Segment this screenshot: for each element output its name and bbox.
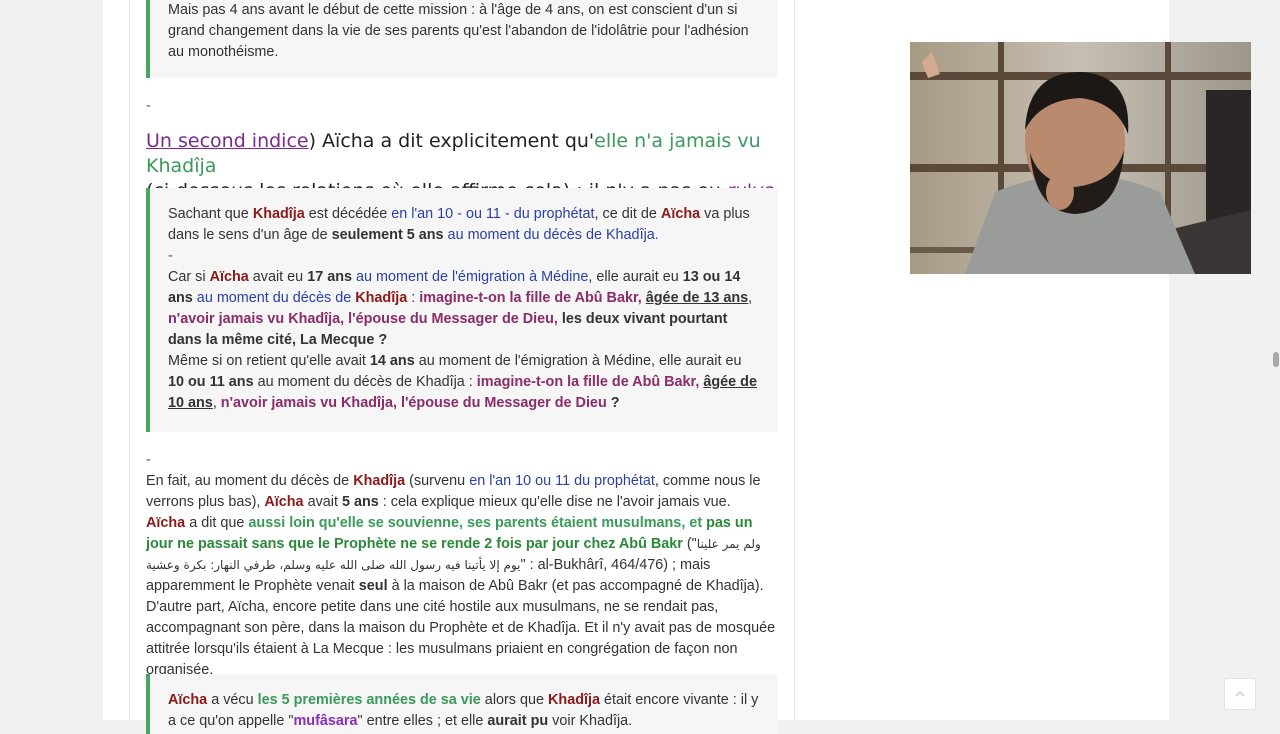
quote-paragraph-1: Sachant que Khadîja est décédée en l'an … (168, 204, 760, 246)
heading-text-1: ) Aïcha a dit explicitement qu' (308, 130, 595, 152)
quote-dash: - (168, 248, 173, 264)
text: avait (303, 494, 342, 510)
body-section: - En fait, au moment du décès de Khadîja… (146, 450, 776, 681)
quote-paragraph-3: Même si on retient qu'elle avait 14 ans … (168, 351, 760, 414)
separator-dash: - (146, 98, 151, 114)
mauve-text: imagine-t-on la fille de Abû Bakr, (476, 374, 700, 390)
name-aicha: Aïcha (264, 494, 304, 510)
body-paragraph-1: En fait, au moment du décès de Khadîja (… (146, 471, 776, 513)
mauve-text: imagine-t-on la fille de Abû Bakr, (419, 290, 642, 306)
text: a dit que (185, 515, 249, 531)
text: , ce dit de (594, 206, 661, 222)
webcam-image (910, 42, 1251, 274)
blue-text: en l'an 10 - ou 11 - du prophétat (391, 206, 595, 222)
second-clue-link[interactable]: Un second indice (146, 130, 309, 152)
name-aicha: Aïcha (168, 692, 208, 708)
name-khadija: Khadîja (355, 290, 408, 306)
chevron-up-icon (1235, 690, 1245, 697)
text: au moment de l'émigration à Médine, elle… (414, 353, 742, 369)
bold-text: seul (358, 578, 388, 594)
text: (survenu (405, 473, 470, 489)
text: Même si on retient qu'elle avait (168, 353, 370, 369)
text: : (407, 290, 420, 306)
underlined-text: âgée de 13 ans (645, 290, 749, 306)
mauve-text: n'avoir jamais vu Khadîja, l'épouse du M… (216, 395, 607, 411)
mauve-text: mufâsara (293, 713, 358, 729)
text: Car si (168, 269, 210, 285)
name-khadija: Khadîja (548, 692, 600, 708)
bottom-quote-box: Aïcha a vécu les 5 premières années de s… (146, 674, 778, 734)
text: : cela explique mieux qu'elle dise ne l'… (378, 494, 731, 510)
text: alors que (480, 692, 549, 708)
name-khadija: Khadîja (252, 206, 305, 222)
text: au moment du décès de Khadîja : (253, 374, 477, 390)
text: avait eu (248, 269, 308, 285)
blue-text: au moment du décès de (192, 290, 356, 306)
intro-quote-box: Mais pas 4 ans avant le début de cette m… (146, 0, 778, 78)
name-aicha: Aïcha (146, 515, 186, 531)
name-khadija: Khadîja (353, 473, 406, 489)
blue-text: au moment du décès de Khadîja. (443, 227, 659, 243)
bold-text: 14 ans (369, 353, 415, 369)
body-paragraph-2: Aïcha a dit que aussi loin qu'elle se so… (146, 513, 776, 681)
text: a vécu (207, 692, 258, 708)
name-aicha: Aïcha (209, 269, 249, 285)
quote-box: Sachant que Khadîja est décédée en l'an … (146, 188, 778, 432)
quote-paragraph-2: Car si Aïcha avait eu 17 ans au moment d… (168, 267, 760, 351)
bold-text: 17 ans (307, 269, 352, 285)
text: Sachant que (168, 206, 253, 222)
bold-text: seulement 5 ans (331, 227, 444, 243)
green-text: aussi loin qu'elle se souvienne, ses par… (248, 515, 703, 531)
blue-text: en l'an 10 ou 11 du prophétat (469, 473, 655, 489)
text: , (748, 290, 753, 306)
text: En fait, au moment du décès de (146, 473, 354, 489)
text: " entre elles ; et elle (357, 713, 488, 729)
bold-text: aurait pu (487, 713, 549, 729)
scrollbar-thumb[interactable] (1273, 352, 1279, 367)
name-aicha: Aïcha (660, 206, 701, 222)
scroll-to-top-button[interactable] (1224, 678, 1256, 710)
text: , elle aurait eu (588, 269, 683, 285)
text: (" (682, 536, 697, 552)
text: ? (606, 395, 620, 411)
blue-text: au moment de l'émigration à Médine (352, 269, 589, 285)
bold-text: 5 ans (341, 494, 379, 510)
webcam-video (910, 42, 1251, 274)
text: est décédée (304, 206, 392, 222)
text: ? (374, 332, 388, 348)
bold-text: 10 ou 11 ans (168, 374, 254, 390)
green-text: les 5 premières années de sa vie (257, 692, 481, 708)
text: voir Khadîja. (548, 713, 633, 729)
intro-quote-text: Mais pas 4 ans avant le début de cette m… (168, 2, 749, 60)
mauve-text: n'avoir jamais vu Khadîja, l'épouse du M… (168, 311, 558, 327)
body-dash: - (146, 452, 151, 468)
